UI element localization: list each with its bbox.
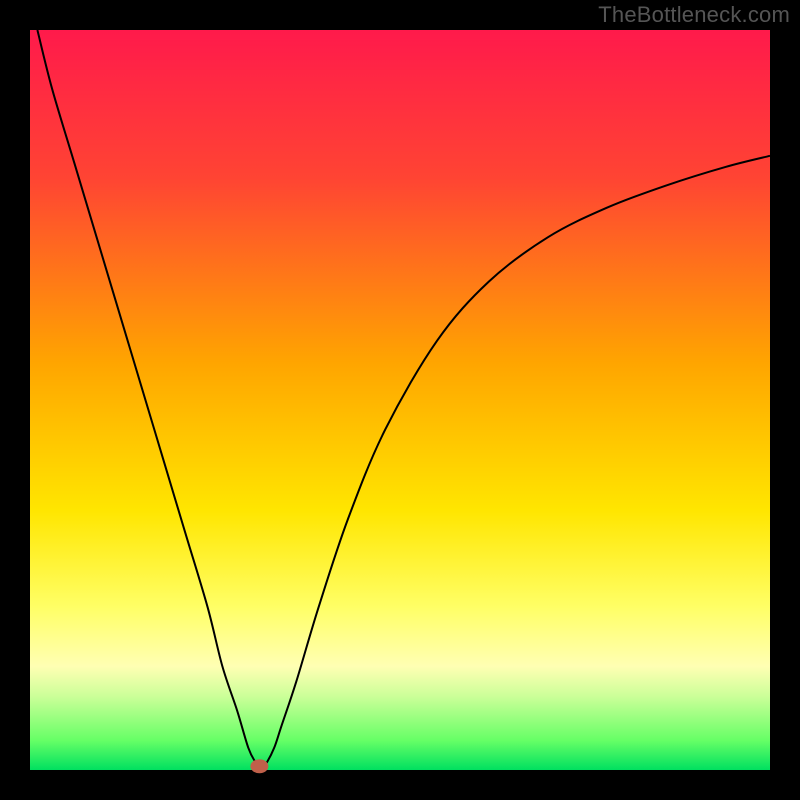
chart-frame: TheBottleneck.com	[0, 0, 800, 800]
bottleneck-chart	[0, 0, 800, 800]
watermark-text: TheBottleneck.com	[598, 2, 790, 28]
optimum-marker	[250, 759, 268, 773]
